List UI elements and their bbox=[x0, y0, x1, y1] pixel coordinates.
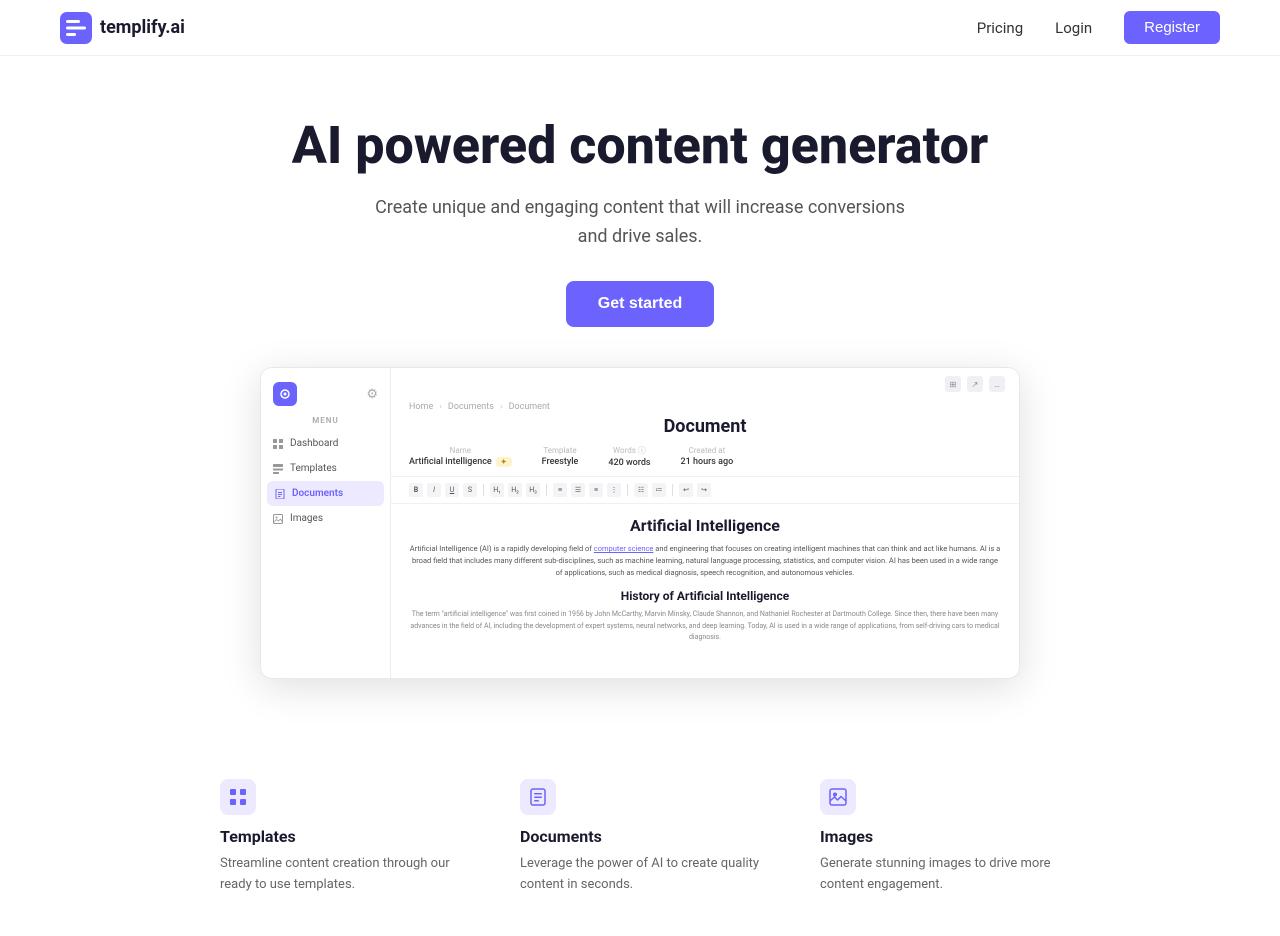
sidebar-label-templates: Templates bbox=[290, 463, 337, 474]
navbar: templify.ai Pricing Login Register bbox=[0, 0, 1280, 56]
feature-images-desc: Generate stunning images to drive more c… bbox=[820, 854, 1060, 896]
toolbar-underline[interactable]: U bbox=[445, 483, 459, 497]
app-sidebar: ⚙ MENU Dashboard bbox=[261, 368, 391, 678]
toolbar-strike[interactable]: S bbox=[463, 483, 477, 497]
meta-name-label: Name bbox=[409, 446, 512, 455]
dashboard-icon bbox=[273, 439, 283, 449]
toolbar-align-left[interactable]: ≡ bbox=[553, 483, 567, 497]
toolbar-align-right[interactable]: ≡ bbox=[589, 483, 603, 497]
meta-template-label: Template bbox=[542, 446, 579, 455]
meta-name-tag: ✦ bbox=[496, 457, 512, 467]
feature-documents: Documents Leverage the power of AI to cr… bbox=[490, 779, 790, 896]
toolbar-italic[interactable]: I bbox=[427, 483, 441, 497]
templates-icon bbox=[273, 464, 283, 474]
hero-title: AI powered content generator bbox=[260, 116, 1020, 176]
toolbar-bold[interactable]: B bbox=[409, 483, 423, 497]
feature-templates-desc: Streamline content creation through our … bbox=[220, 854, 460, 896]
toolbar-h2[interactable]: H₂ bbox=[508, 483, 522, 497]
meta-template-value: Freestyle bbox=[542, 457, 579, 467]
hero-section: AI powered content generator Create uniq… bbox=[0, 56, 1280, 759]
app-screenshot: ⚙ MENU Dashboard bbox=[260, 367, 1020, 679]
doc-h1: Artificial Intelligence bbox=[409, 516, 1001, 535]
breadcrumb-home[interactable]: Home bbox=[409, 402, 433, 412]
toolbar-list[interactable]: ☷ bbox=[634, 483, 648, 497]
feature-templates-icon-box bbox=[220, 779, 256, 815]
meta-words-value: 420 words bbox=[608, 458, 650, 468]
app-content: Artificial Intelligence Artificial Intel… bbox=[391, 504, 1019, 655]
documents-icon bbox=[275, 489, 285, 499]
sidebar-item-templates[interactable]: Templates bbox=[261, 456, 390, 481]
toolbar-h3[interactable]: H₃ bbox=[526, 483, 540, 497]
meta-template: Template Freestyle bbox=[542, 446, 579, 467]
doc-h2: History of Artificial Intelligence bbox=[409, 589, 1001, 603]
breadcrumb-document[interactable]: Document bbox=[509, 402, 550, 412]
logo-icon bbox=[60, 12, 92, 44]
toolbar-sep-1 bbox=[483, 484, 484, 496]
app-main: ⊞ ↗ … Home › Documents › Document Docume… bbox=[391, 368, 1019, 678]
features-section: Templates Streamline content creation th… bbox=[0, 759, 1280, 936]
toolbar-h1[interactable]: H₁ bbox=[490, 483, 504, 497]
meta-name: Name Artificial intelligence ✦ bbox=[409, 446, 512, 467]
meta-words-label: Words ⓘ bbox=[608, 445, 650, 456]
images-icon bbox=[273, 514, 283, 524]
logo-link[interactable]: templify.ai bbox=[60, 12, 185, 44]
meta-created-value: 21 hours ago bbox=[681, 457, 734, 467]
toolbar-sep-2 bbox=[546, 484, 547, 496]
feature-images: Images Generate stunning images to drive… bbox=[790, 779, 1090, 896]
sidebar-label-images: Images bbox=[290, 513, 323, 524]
sidebar-item-documents[interactable]: Documents bbox=[267, 481, 384, 506]
topbar-icon-2[interactable]: ↗ bbox=[967, 376, 983, 392]
topbar-icon-3[interactable]: … bbox=[989, 376, 1005, 392]
sidebar-top: ⚙ bbox=[261, 382, 390, 416]
nav-links: Pricing Login Register bbox=[977, 11, 1220, 44]
meta-name-value: Artificial intelligence ✦ bbox=[409, 457, 512, 467]
toolbar-align-center[interactable]: ☰ bbox=[571, 483, 585, 497]
doc-body-1: Artificial Intelligence (AI) is a rapidl… bbox=[409, 543, 1001, 579]
doc-page-title: Document bbox=[391, 412, 1019, 445]
toolbar-redo[interactable]: ↪ bbox=[697, 483, 711, 497]
feature-documents-desc: Leverage the power of AI to create quali… bbox=[520, 854, 760, 896]
breadcrumb-documents[interactable]: Documents bbox=[448, 402, 494, 412]
get-started-button[interactable]: Get started bbox=[566, 281, 714, 327]
toolbar-ordered[interactable]: ≔ bbox=[652, 483, 666, 497]
toolbar-align-justify[interactable]: ⋮ bbox=[607, 483, 621, 497]
feature-documents-title: Documents bbox=[520, 827, 760, 846]
logo-text: templify.ai bbox=[100, 17, 185, 38]
sidebar-label-dashboard: Dashboard bbox=[290, 438, 338, 449]
toolbar-undo[interactable]: ↩ bbox=[679, 483, 693, 497]
sidebar-item-images[interactable]: Images bbox=[261, 506, 390, 531]
breadcrumb: Home › Documents › Document bbox=[391, 392, 1019, 412]
toolbar-sep-4 bbox=[672, 484, 673, 496]
sidebar-label-documents: Documents bbox=[292, 488, 343, 499]
sidebar-item-dashboard[interactable]: Dashboard bbox=[261, 431, 390, 456]
documents-feature-icon bbox=[529, 788, 547, 806]
sidebar-menu-label: MENU bbox=[261, 416, 390, 431]
nav-pricing[interactable]: Pricing bbox=[977, 19, 1023, 37]
doc-link[interactable]: computer science bbox=[594, 544, 654, 553]
feature-templates: Templates Streamline content creation th… bbox=[190, 779, 490, 896]
doc-meta-row: Name Artificial intelligence ✦ Template … bbox=[391, 445, 1019, 477]
feature-images-icon-box bbox=[820, 779, 856, 815]
feature-documents-icon-box bbox=[520, 779, 556, 815]
doc-body-2: The term "artificial intelligence" was f… bbox=[409, 609, 1001, 643]
feature-images-title: Images bbox=[820, 827, 1060, 846]
meta-created-label: Created at bbox=[681, 446, 734, 455]
hero-subtitle: Create unique and engaging content that … bbox=[360, 194, 920, 252]
images-feature-icon bbox=[829, 788, 847, 806]
topbar-icon-1[interactable]: ⊞ bbox=[945, 376, 961, 392]
register-button[interactable]: Register bbox=[1124, 11, 1220, 44]
app-topbar: ⊞ ↗ … bbox=[391, 368, 1019, 392]
feature-templates-title: Templates bbox=[220, 827, 460, 846]
meta-created: Created at 21 hours ago bbox=[681, 446, 734, 467]
templates-feature-icon bbox=[229, 788, 247, 806]
sidebar-logo-icon bbox=[273, 382, 297, 406]
sidebar-gear-icon[interactable]: ⚙ bbox=[366, 387, 378, 402]
meta-words: Words ⓘ 420 words bbox=[608, 445, 650, 468]
app-window: ⚙ MENU Dashboard bbox=[261, 368, 1019, 678]
toolbar-sep-3 bbox=[627, 484, 628, 496]
nav-login[interactable]: Login bbox=[1055, 19, 1092, 37]
app-toolbar: B I U S H₁ H₂ H₃ ≡ ☰ ≡ ⋮ ☷ ≔ bbox=[391, 477, 1019, 504]
